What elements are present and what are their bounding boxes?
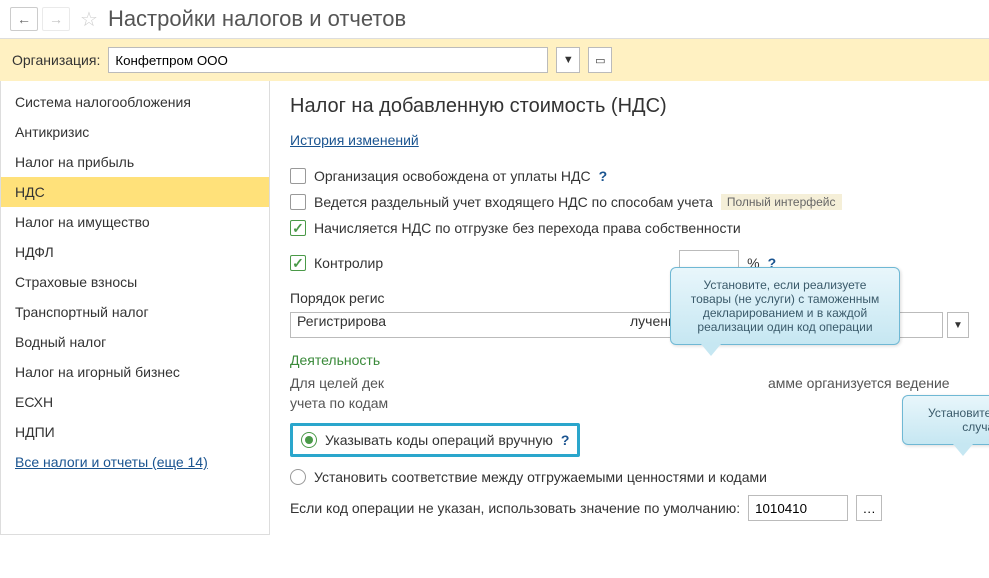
toolbar: ← → ☆ Настройки налогов и отчетов (0, 0, 989, 39)
org-label: Организация: (12, 52, 100, 68)
organization-bar: Организация: ▼ ▭ (0, 39, 989, 81)
tooltip-other: Установите в других случаях (902, 395, 989, 445)
forward-button[interactable]: → (42, 7, 70, 31)
chk-vat-exempt[interactable] (290, 168, 306, 184)
order-dropdown-button[interactable]: ▼ (947, 312, 969, 338)
default-code-input[interactable] (748, 495, 848, 521)
history-link[interactable]: История изменений (290, 132, 419, 148)
chk-control[interactable] (290, 255, 306, 271)
org-input[interactable] (108, 47, 548, 73)
sidebar-item-eshn[interactable]: ЕСХН (1, 387, 269, 417)
description: Для целей дек амме организуется ведение … (290, 374, 969, 413)
default-label: Если код операции не указан, использоват… (290, 500, 740, 516)
sidebar-item-insurance[interactable]: Страховые взносы (1, 267, 269, 297)
activity-label: Деятельность (290, 352, 969, 368)
sidebar-item-water-tax[interactable]: Водный налог (1, 327, 269, 357)
tooltip-manual: Установите, если реализуете товары (не у… (670, 267, 900, 345)
sidebar-item-gambling-tax[interactable]: Налог на игорный бизнес (1, 357, 269, 387)
chk-control-label: Контролир (314, 255, 383, 271)
default-code-picker-button[interactable]: … (856, 495, 882, 521)
chk-vat-exempt-label: Организация освобождена от уплаты НДС (314, 168, 591, 184)
help-icon[interactable]: ? (561, 432, 570, 448)
interface-badge: Полный интерфейс (721, 194, 842, 210)
back-button[interactable]: ← (10, 7, 38, 31)
org-open-button[interactable]: ▭ (588, 47, 612, 73)
favorite-star-icon[interactable]: ☆ (80, 7, 98, 32)
sidebar-item-vat[interactable]: НДС (1, 177, 269, 207)
sidebar-item-ndfl[interactable]: НДФЛ (1, 237, 269, 267)
org-dropdown-button[interactable]: ▼ (556, 47, 580, 73)
chk-vat-shipment-label: Начисляется НДС по отгрузке без перехода… (314, 220, 741, 236)
sidebar-item-ndpi[interactable]: НДПИ (1, 417, 269, 447)
sidebar: Система налогообложения Антикризис Налог… (0, 81, 270, 535)
sidebar-item-tax-system[interactable]: Система налогообложения (1, 87, 269, 117)
radio-mapping[interactable] (290, 469, 306, 485)
help-icon[interactable]: ? (599, 168, 608, 184)
chk-separate-label: Ведется раздельный учет входящего НДС по… (314, 194, 713, 210)
content: Налог на добавленную стоимость (НДС) Ист… (270, 81, 989, 535)
sidebar-item-profit-tax[interactable]: Налог на прибыль (1, 147, 269, 177)
radio-manual-label: Указывать коды операций вручную (325, 432, 553, 448)
chk-vat-shipment[interactable] (290, 220, 306, 236)
radio-manual[interactable] (301, 432, 317, 448)
radio-manual-highlighted: Указывать коды операций вручную ? (290, 423, 580, 457)
sidebar-item-anticrisis[interactable]: Антикризис (1, 117, 269, 147)
sidebar-all-link[interactable]: Все налоги и отчеты (еще 14) (1, 447, 269, 477)
content-heading: Налог на добавленную стоимость (НДС) (290, 95, 969, 118)
radio-mapping-label: Установить соответствие между отгружаемы… (314, 469, 767, 485)
chk-separate-accounting[interactable] (290, 194, 306, 210)
page-title: Настройки налогов и отчетов (108, 6, 406, 32)
sidebar-item-transport-tax[interactable]: Транспортный налог (1, 297, 269, 327)
sidebar-item-property-tax[interactable]: Налог на имущество (1, 207, 269, 237)
